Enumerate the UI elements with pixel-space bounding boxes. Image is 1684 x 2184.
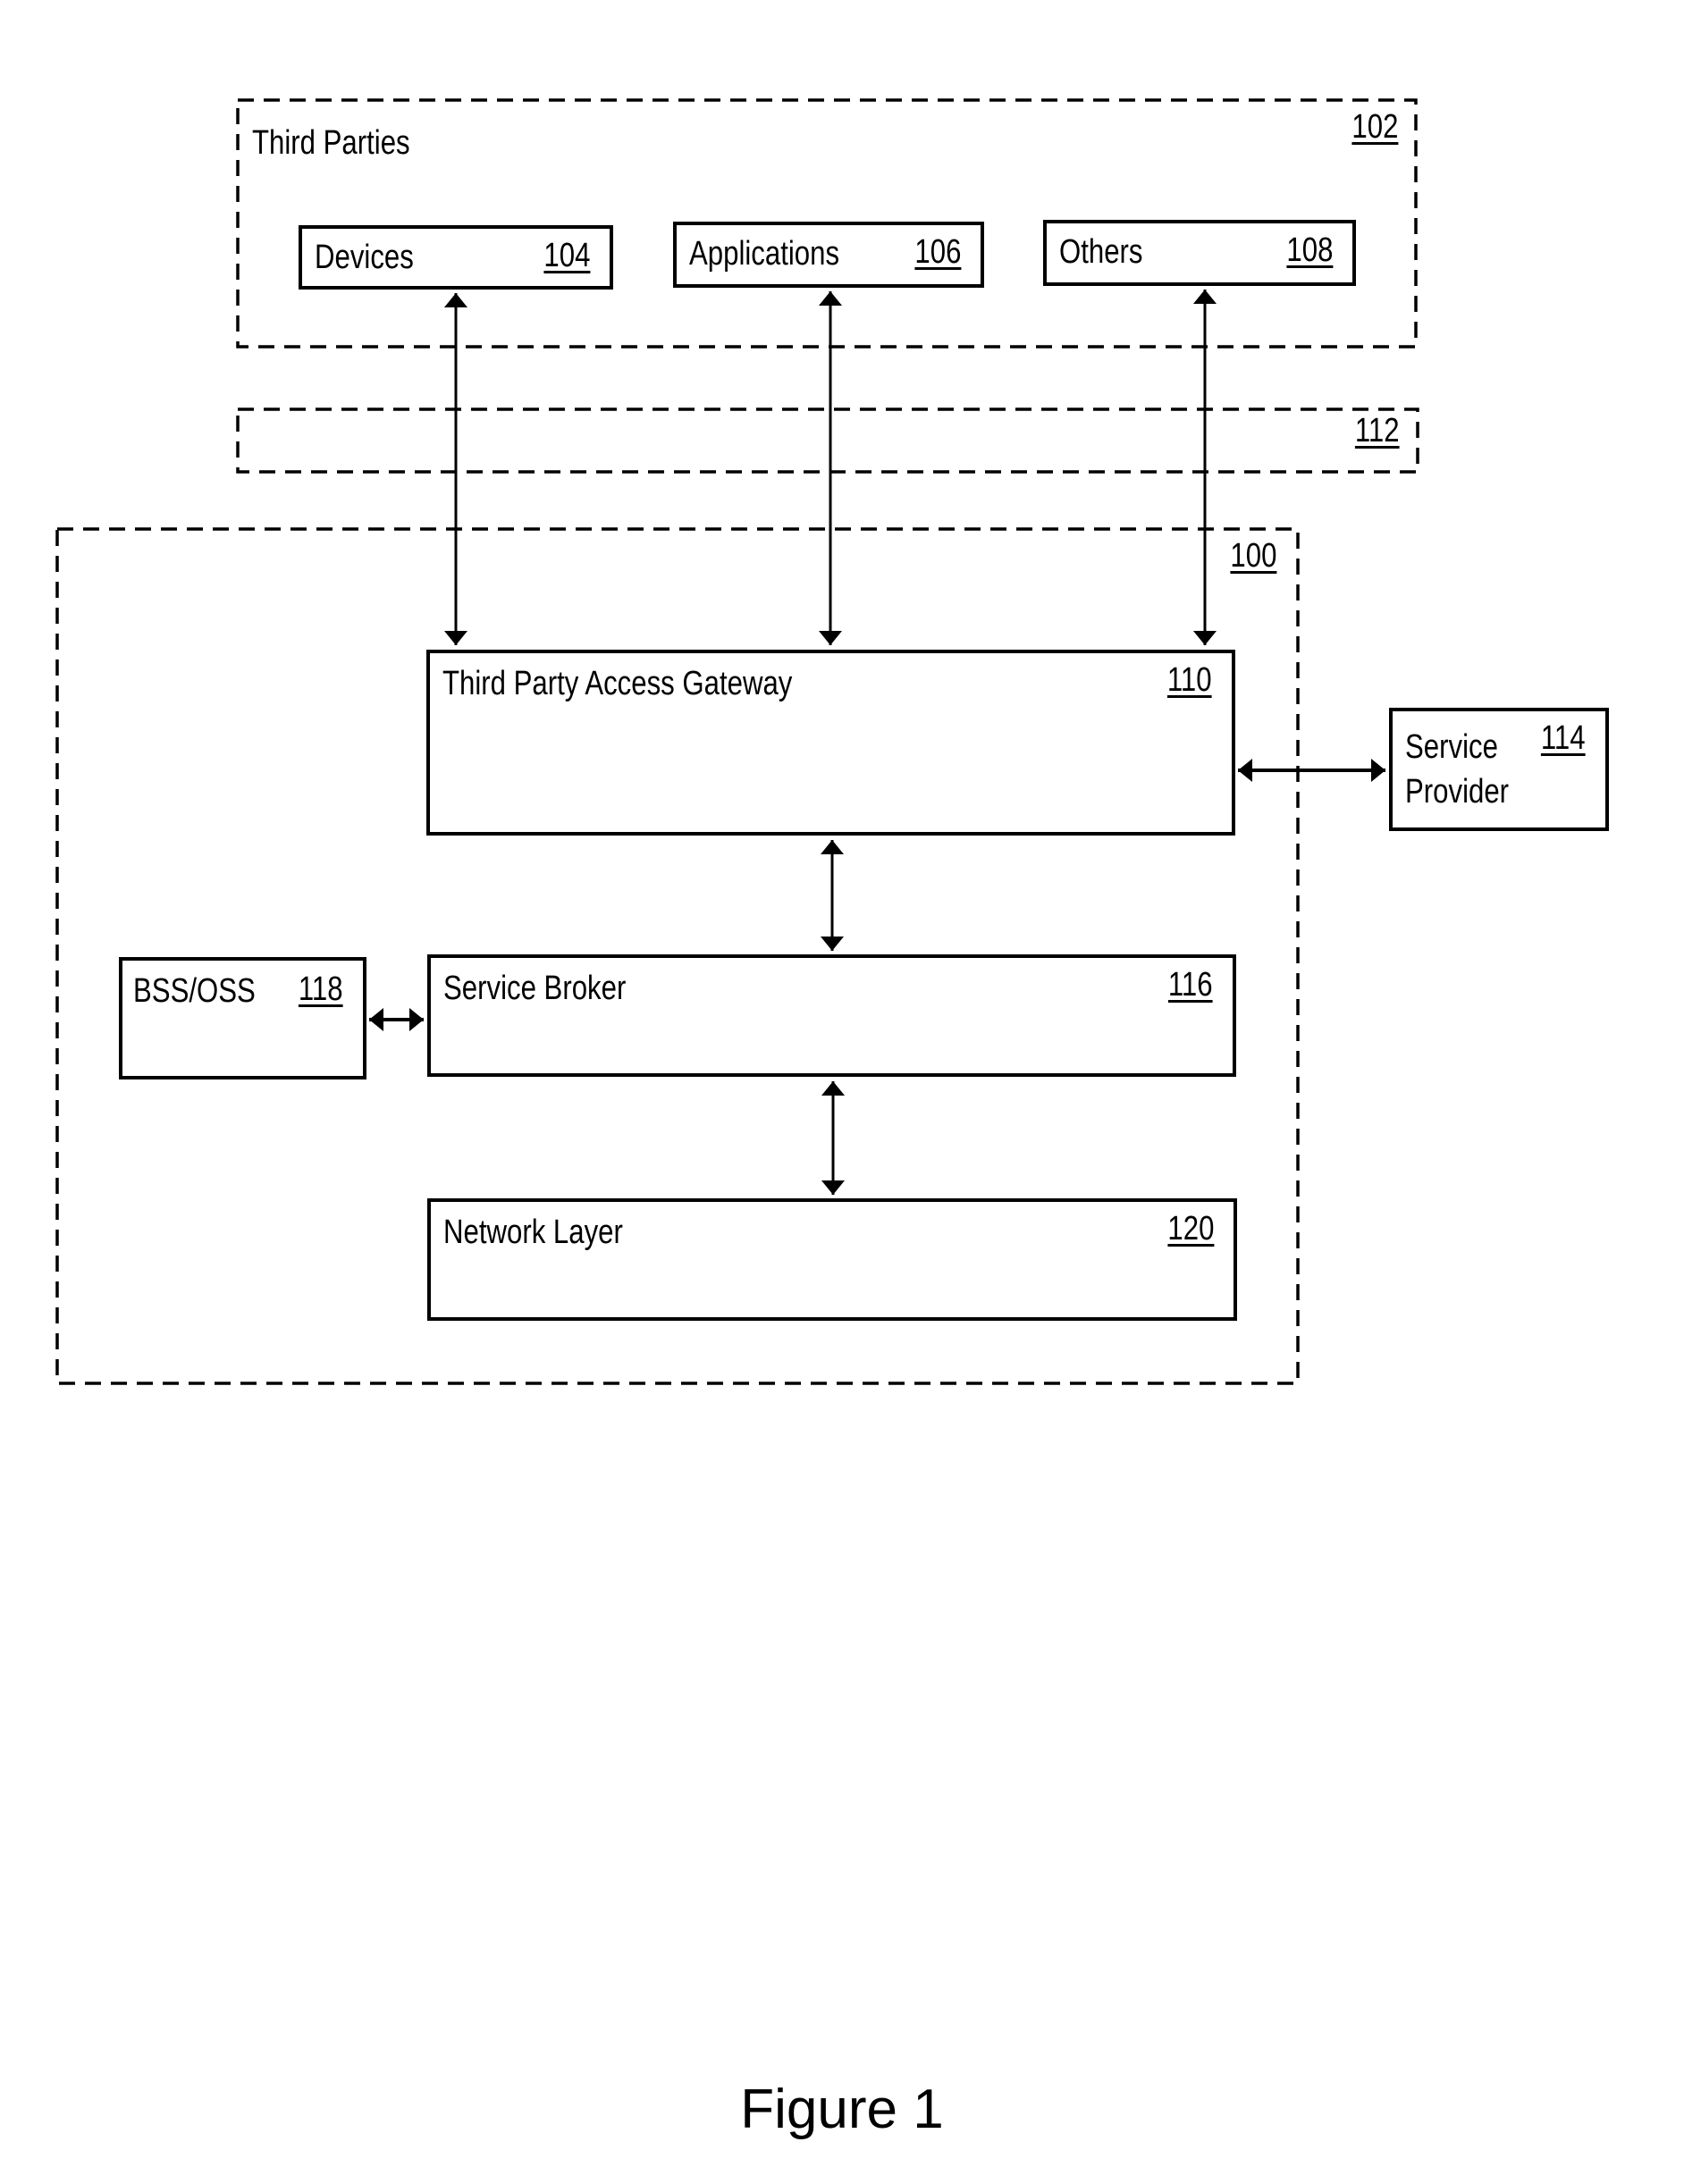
applications-ref: 106 <box>914 233 961 271</box>
gateway-box: Third Party Access Gateway 110 <box>426 650 1235 836</box>
devices-ref: 104 <box>543 237 590 274</box>
bss-oss-label: BSS/OSS <box>133 972 256 1010</box>
service-provider-box: Service Provider 114 <box>1389 708 1609 831</box>
layer-112-container <box>236 407 1419 474</box>
service-broker-ref: 116 <box>1168 966 1213 1004</box>
bss-oss-box: BSS/OSS 118 <box>119 957 366 1079</box>
applications-label: Applications <box>689 235 840 273</box>
network-layer-box: Network Layer 120 <box>427 1198 1237 1321</box>
gateway-ref: 110 <box>1167 661 1212 699</box>
service-provider-label-line1: Service <box>1405 728 1498 766</box>
devices-label: Devices <box>315 239 414 276</box>
third-parties-label: Third Parties <box>252 124 410 162</box>
others-box: Others 108 <box>1043 220 1356 286</box>
layer-112-ref: 112 <box>1355 412 1400 449</box>
figure-caption: Figure 1 <box>740 2079 944 2140</box>
third-parties-ref: 102 <box>1351 108 1398 146</box>
others-ref: 108 <box>1286 231 1333 269</box>
service-broker-label: Service Broker <box>443 970 627 1007</box>
service-provider-ref: 114 <box>1541 719 1586 757</box>
others-label: Others <box>1059 233 1143 271</box>
network-layer-ref: 120 <box>1167 1210 1214 1247</box>
service-provider-label-line2: Provider <box>1405 773 1510 811</box>
applications-box: Applications 106 <box>673 222 984 288</box>
diagram-canvas <box>55 98 1419 1385</box>
bss-oss-ref: 118 <box>299 970 343 1008</box>
system-100-ref: 100 <box>1230 537 1276 575</box>
devices-box: Devices 104 <box>299 225 613 290</box>
service-broker-box: Service Broker 116 <box>427 954 1236 1077</box>
gateway-label: Third Party Access Gateway <box>442 665 793 702</box>
network-layer-label: Network Layer <box>443 1214 623 1251</box>
